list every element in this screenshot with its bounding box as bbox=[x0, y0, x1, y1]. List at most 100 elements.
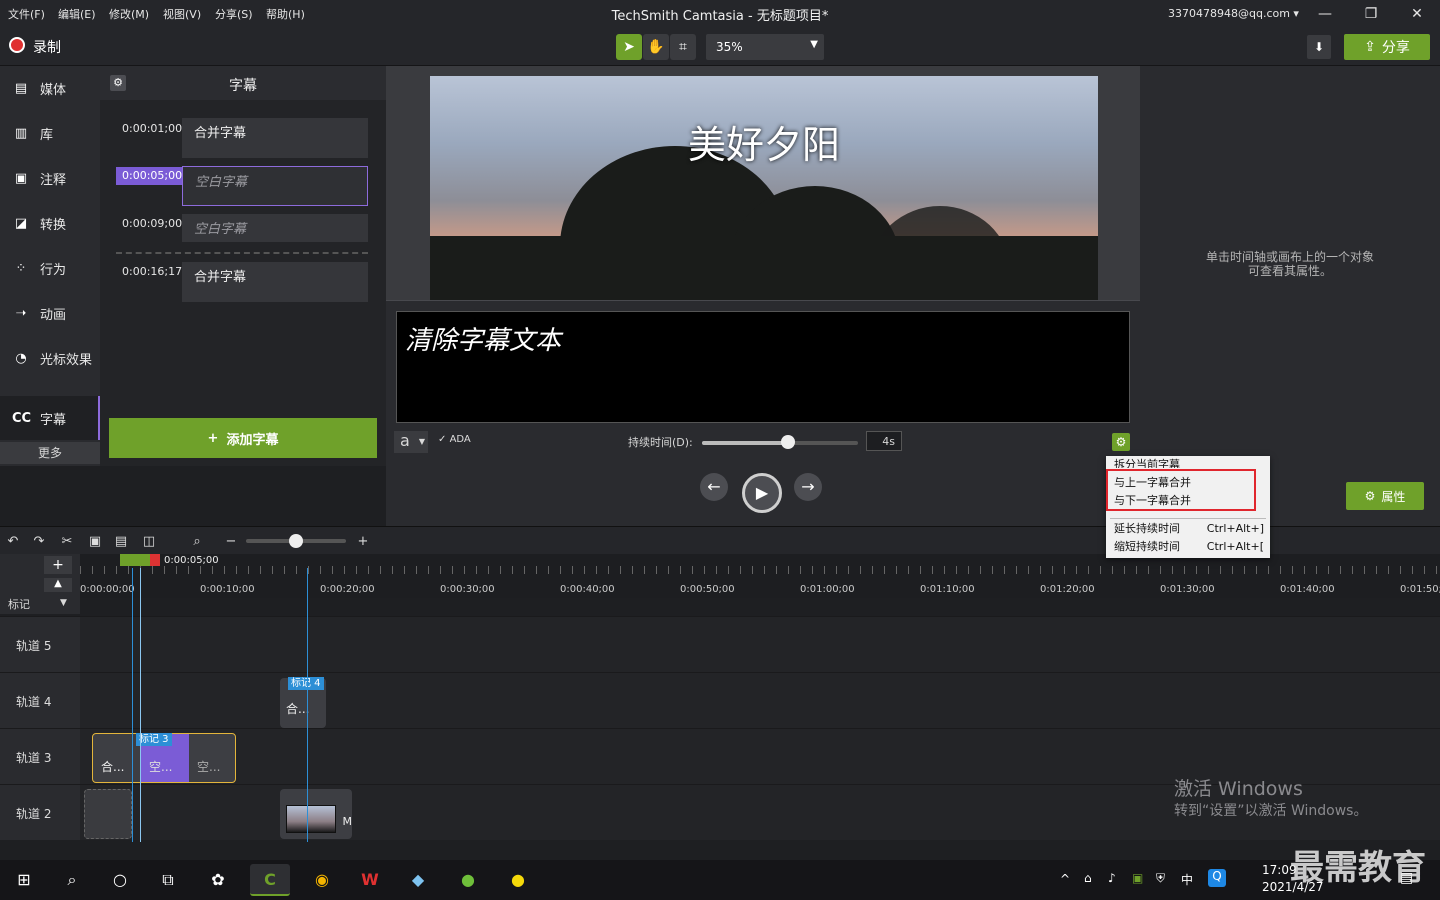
gear-icon[interactable]: ⚙ bbox=[1112, 433, 1130, 451]
timeline-zoom-thumb[interactable] bbox=[289, 534, 303, 548]
marker-label[interactable]: 标记 4 bbox=[288, 677, 324, 690]
nav-item-transitions[interactable]: ◪ 转换 bbox=[0, 201, 100, 245]
split-icon[interactable]: ◫ bbox=[140, 533, 158, 551]
zoom-out-icon[interactable]: − bbox=[222, 533, 240, 551]
cortana-icon[interactable]: ○ bbox=[100, 864, 140, 896]
app-icon[interactable]: ● bbox=[448, 864, 488, 896]
account-menu[interactable]: 3370478948@qq.com ▾ bbox=[1168, 7, 1299, 20]
chevron-down-icon[interactable]: ▼ bbox=[60, 598, 67, 608]
menu-item-shorten-duration[interactable]: 缩短持续时间 Ctrl+Alt+[ bbox=[1106, 538, 1270, 556]
security-icon[interactable]: ⛨ bbox=[1156, 871, 1165, 886]
close-button[interactable]: ✕ bbox=[1402, 2, 1432, 26]
selection-end-handle[interactable] bbox=[150, 554, 160, 566]
next-caption-icon[interactable]: → bbox=[794, 473, 822, 501]
ime-indicator[interactable]: 中 bbox=[1181, 871, 1193, 888]
menu-share[interactable]: 分享(S) bbox=[215, 6, 253, 22]
menu-item-split[interactable]: 拆分当前字幕 bbox=[1106, 456, 1270, 468]
video-clip[interactable]: M bbox=[280, 789, 352, 839]
chevron-up-icon[interactable]: ▲ bbox=[44, 578, 72, 592]
annotation-icon: ▣ bbox=[14, 170, 28, 186]
play-icon[interactable]: ▶ bbox=[742, 473, 782, 513]
previous-caption-icon[interactable]: ← bbox=[700, 473, 728, 501]
windows-start-icon[interactable]: ⊞ bbox=[4, 864, 44, 896]
font-button[interactable]: a ▼ bbox=[394, 431, 428, 453]
timeline-ruler[interactable]: 0:00:05;00 0:00:00;00 0:00:10;00 0:00:20;0… bbox=[80, 554, 1440, 598]
caption-time[interactable]: 0:00:05;00 bbox=[116, 167, 182, 185]
task-view-icon[interactable]: ⧉ bbox=[148, 864, 188, 896]
caption-text[interactable]: 合并字幕 bbox=[182, 262, 368, 302]
qq-icon[interactable]: Q bbox=[1208, 869, 1226, 887]
camtasia-icon[interactable]: C bbox=[250, 864, 290, 896]
download-icon[interactable]: ⬇ bbox=[1307, 35, 1331, 59]
wps-icon[interactable]: W bbox=[350, 864, 390, 896]
track-row-5[interactable] bbox=[80, 616, 1440, 672]
playhead-line[interactable] bbox=[140, 568, 141, 842]
menu-file[interactable]: 文件(F) bbox=[8, 6, 45, 22]
activation-watermark-subtitle: 转到“设置”以激活 Windows。 bbox=[1174, 803, 1368, 819]
maximize-button[interactable]: ❐ bbox=[1356, 2, 1386, 26]
track-label-2[interactable]: 轨道 2 bbox=[0, 784, 80, 840]
undo-icon[interactable]: ↶ bbox=[4, 533, 22, 551]
nav-item-library[interactable]: ▥ 库 bbox=[0, 111, 100, 155]
caption-time[interactable]: 0:00:16;17 bbox=[116, 263, 182, 281]
track-label-4[interactable]: 轨道 4 bbox=[0, 672, 80, 728]
caption-time[interactable]: 0:00:01;00 bbox=[116, 120, 182, 138]
drop-target[interactable] bbox=[84, 789, 132, 839]
nav-item-captions[interactable]: CC 字幕 bbox=[0, 396, 100, 440]
app-icon[interactable]: ◆ bbox=[398, 864, 438, 896]
menu-view[interactable]: 视图(V) bbox=[163, 6, 201, 22]
menu-item-extend-duration[interactable]: 延长持续时间 Ctrl+Alt+] bbox=[1106, 520, 1270, 538]
minimize-button[interactable]: — bbox=[1310, 2, 1340, 26]
caption-text[interactable]: 合并字幕 bbox=[182, 118, 368, 158]
caption-clip[interactable]: 空... bbox=[197, 758, 220, 775]
transition-icon: ◪ bbox=[14, 215, 28, 231]
zoom-select[interactable]: 35% ▼ bbox=[706, 34, 824, 60]
select-tool-icon[interactable]: ➤ bbox=[616, 34, 642, 60]
menu-modify[interactable]: 修改(M) bbox=[109, 6, 149, 22]
redo-icon[interactable]: ↷ bbox=[30, 533, 48, 551]
nav-item-animations[interactable]: ➝ 动画 bbox=[0, 291, 100, 335]
app-icon[interactable]: ● bbox=[498, 864, 538, 896]
caption-text[interactable]: 空白字幕 bbox=[182, 166, 368, 206]
video-preview[interactable]: 美好夕阳 bbox=[430, 76, 1098, 302]
menu-edit[interactable]: 编辑(E) bbox=[58, 6, 96, 22]
record-button[interactable]: 录制 bbox=[33, 37, 61, 57]
pan-tool-icon[interactable]: ✋ bbox=[643, 34, 669, 60]
paste-icon[interactable]: ▤ bbox=[112, 533, 130, 551]
app-icon[interactable]: ✿ bbox=[198, 864, 238, 896]
share-button[interactable]: ⇪ 分享 bbox=[1344, 34, 1430, 60]
record-icon[interactable] bbox=[9, 37, 25, 53]
nav-item-annotations[interactable]: ▣ 注释 bbox=[0, 156, 100, 200]
marker-label[interactable]: 标记 3 bbox=[136, 733, 172, 746]
caption-text[interactable]: 空白字幕 bbox=[182, 214, 368, 242]
duration-input[interactable]: 4s bbox=[866, 431, 902, 451]
nav-item-behaviors[interactable]: ⁘ 行为 bbox=[0, 246, 100, 290]
nav-item-media[interactable]: ▤ 媒体 bbox=[0, 66, 100, 110]
nav-more-button[interactable]: 更多 bbox=[0, 442, 100, 464]
search-icon[interactable]: ⌕ bbox=[52, 864, 92, 896]
caption-text-editor[interactable]: 清除字幕文本 bbox=[396, 311, 1130, 423]
add-caption-button[interactable]: + 添加字幕 bbox=[109, 418, 377, 458]
cut-icon[interactable]: ✂ bbox=[58, 533, 76, 551]
duration-thumb[interactable] bbox=[780, 435, 795, 449]
properties-button[interactable]: ⚙ 属性 bbox=[1346, 482, 1424, 510]
tray-up-icon[interactable]: ^ bbox=[1060, 872, 1070, 886]
ada-checkbox[interactable]: ✓ ADA bbox=[438, 434, 471, 445]
add-track-icon[interactable]: + bbox=[44, 556, 72, 574]
copy-icon[interactable]: ▣ bbox=[86, 533, 104, 551]
nav-item-cursor-effects[interactable]: ◔ 光标效果 bbox=[0, 336, 100, 380]
search-icon[interactable]: ⌕ bbox=[188, 533, 206, 551]
caption-clip[interactable]: 合... bbox=[101, 758, 124, 775]
network-icon[interactable]: ⌂ bbox=[1084, 871, 1092, 885]
menu-help[interactable]: 帮助(H) bbox=[266, 6, 305, 22]
caption-time[interactable]: 0:00:09;00 bbox=[116, 215, 182, 233]
track-label-5[interactable]: 轨道 5 bbox=[0, 616, 80, 672]
chrome-icon[interactable]: ◉ bbox=[302, 864, 342, 896]
crop-tool-icon[interactable]: ⌗ bbox=[670, 34, 696, 60]
zoom-value: 35% bbox=[716, 40, 743, 54]
track-label-3[interactable]: 轨道 3 bbox=[0, 728, 80, 784]
nvidia-icon[interactable]: ▣ bbox=[1132, 871, 1143, 885]
zoom-in-icon[interactable]: + bbox=[354, 533, 372, 551]
playhead-time: 0:00:05;00 bbox=[164, 555, 219, 566]
volume-icon[interactable]: ♪ bbox=[1108, 871, 1116, 885]
